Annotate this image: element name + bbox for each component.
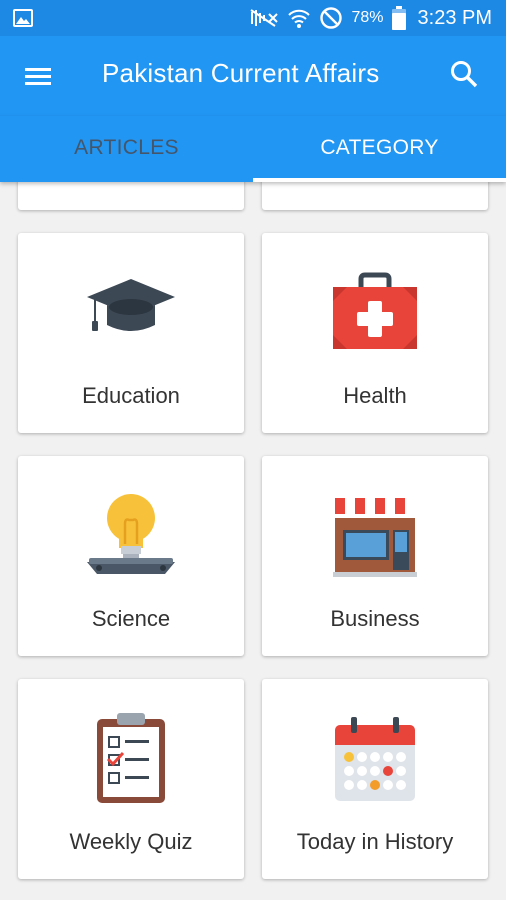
category-card-today-in-history[interactable]: Today in History [262,679,488,879]
light-bulb-icon [87,494,175,574]
app-title: Pakistan Current Affairs [102,58,380,88]
category-label: Science [91,606,171,631]
category-card-weekly-quiz[interactable]: Weekly Quiz [18,679,244,879]
storefront-icon [333,498,417,577]
category-label: Education [82,383,180,408]
graduation-cap-icon [87,279,175,331]
category-card-health[interactable]: Health [262,233,488,433]
clock: 3:23 PM [417,6,492,29]
category-card-partial-left[interactable] [18,182,244,210]
category-card-business[interactable]: Business [262,456,488,656]
app-bar: Pakistan Current Affairs [0,36,506,116]
menu-icon[interactable] [22,60,56,92]
tab-articles[interactable]: ARTICLES [0,116,253,182]
mute-icon [250,9,279,27]
category-card-partial-right[interactable] [262,182,488,210]
category-label: Today in History [296,829,454,854]
calendar-icon [335,717,415,801]
clipboard-checklist-icon [97,713,165,803]
search-icon[interactable] [448,58,482,92]
battery-icon [391,6,406,30]
category-label: Business [330,606,420,631]
category-grid[interactable]: Education Health Science Business Weekly… [0,182,506,900]
battery-percent: 78% [351,9,384,26]
do-not-disturb-icon [320,7,343,29]
status-bar: 78% 3:23 PM [0,0,506,36]
tab-bar: ARTICLES CATEGORY [0,116,506,182]
category-card-science[interactable]: Science [18,456,244,656]
category-label: Health [343,383,407,408]
wifi-icon [288,9,311,28]
category-label: Weekly Quiz [69,829,193,854]
tab-category[interactable]: CATEGORY [253,116,506,182]
gallery-notification-icon [13,9,33,27]
category-card-education[interactable]: Education [18,233,244,433]
first-aid-kit-icon [333,272,417,349]
